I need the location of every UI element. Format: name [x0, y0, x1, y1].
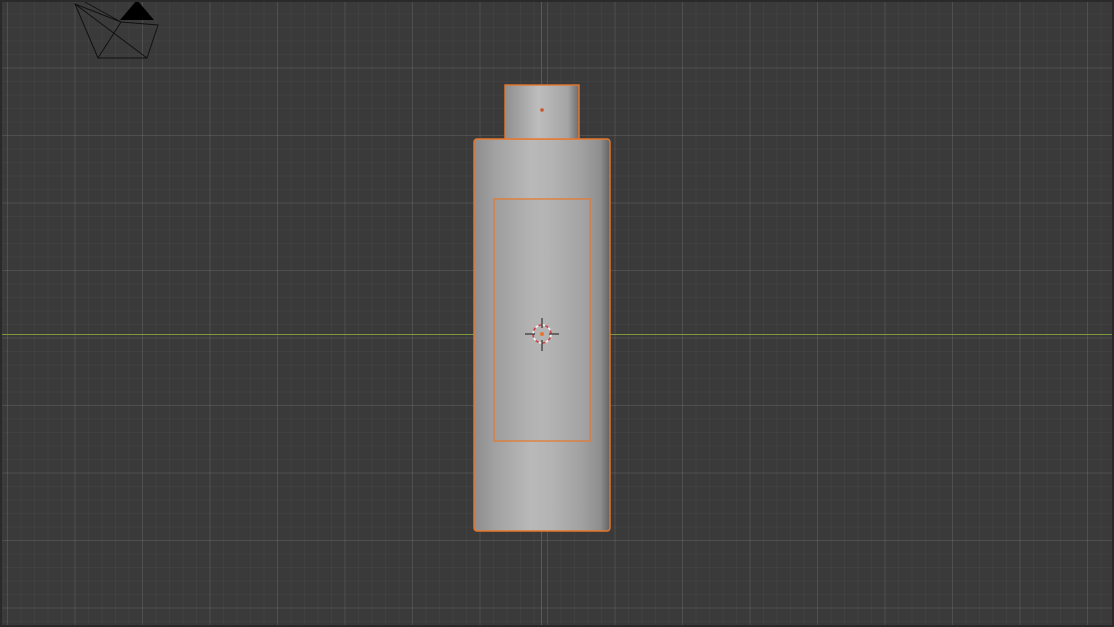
- bottle-cap[interactable]: [504, 84, 580, 140]
- camera-icon[interactable]: [74, 0, 159, 59]
- cap-origin-icon: [540, 108, 544, 112]
- scene-canvas[interactable]: [0, 0, 1114, 627]
- 3d-viewport[interactable]: [0, 0, 1114, 627]
- object-origin-icon: [540, 332, 544, 336]
